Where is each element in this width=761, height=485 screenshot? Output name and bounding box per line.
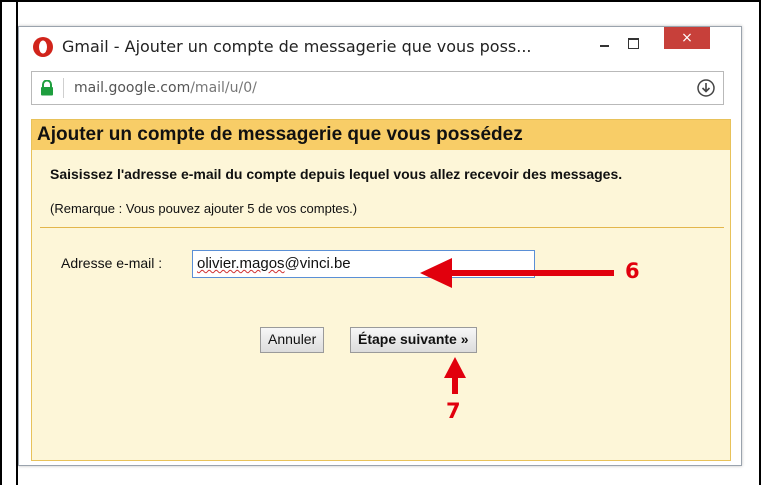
lock-icon (41, 80, 53, 96)
email-value-misspelled: olivier.magos (197, 255, 285, 272)
close-button[interactable]: × (664, 27, 710, 49)
browser-popup-window: Gmail - Ajouter un compte de messagerie … (18, 26, 742, 466)
email-input[interactable]: olivier.magos@vinci.be (192, 250, 535, 278)
minimize-button[interactable] (595, 35, 615, 53)
email-label: Adresse e-mail : (61, 255, 163, 271)
add-account-dialog: Ajouter un compte de messagerie que vous… (31, 119, 731, 461)
maximize-button[interactable] (623, 35, 643, 53)
url-path: /mail/u/0/ (190, 80, 257, 96)
url-text[interactable]: mail.google.com/mail/u/0/ (74, 80, 257, 96)
email-value-domain: @vinci.be (284, 255, 351, 272)
download-icon[interactable] (696, 78, 716, 98)
annotation-label-6: 6 (625, 259, 640, 283)
url-host: mail.google.com (74, 80, 191, 96)
dialog-header: Ajouter un compte de messagerie que vous… (32, 120, 730, 150)
annotation-label-7: 7 (446, 399, 461, 423)
dialog-title: Ajouter un compte de messagerie que vous… (37, 124, 523, 145)
dialog-divider (40, 227, 724, 228)
window-title: Gmail - Ajouter un compte de messagerie … (62, 37, 532, 56)
title-bar[interactable]: Gmail - Ajouter un compte de messagerie … (19, 27, 741, 67)
note-text: (Remarque : Vous pouvez ajouter 5 de vos… (50, 201, 358, 216)
next-step-button[interactable]: Étape suivante » (350, 327, 477, 353)
address-bar[interactable]: mail.google.com/mail/u/0/ (31, 71, 724, 105)
address-separator (63, 78, 64, 98)
instruction-text: Saisissez l'adresse e-mail du compte dep… (50, 166, 623, 182)
cancel-button[interactable]: Annuler (260, 327, 325, 353)
opera-logo-icon (33, 37, 53, 57)
